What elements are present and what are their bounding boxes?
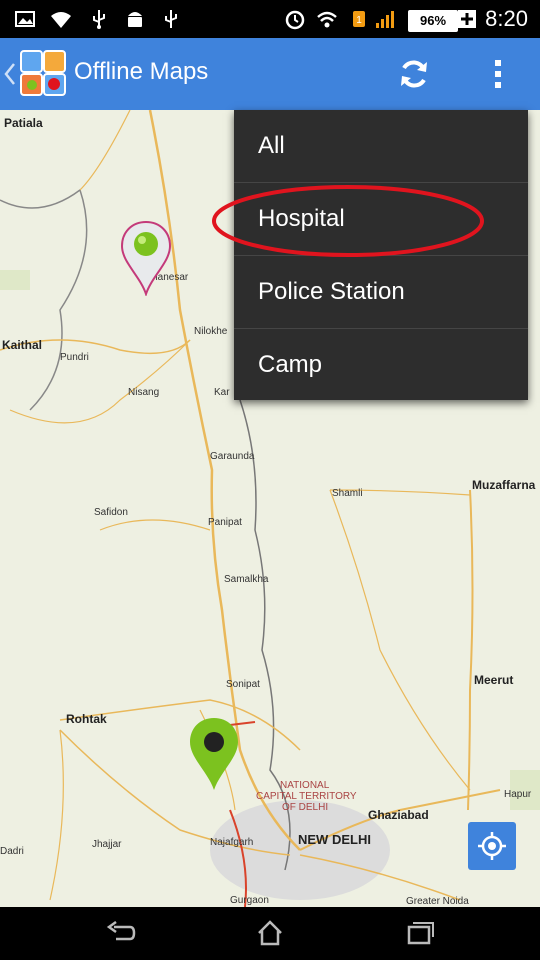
place-label: Samalkha — [224, 574, 269, 585]
place-label: Kaithal — [2, 338, 43, 352]
my-location-button[interactable] — [468, 822, 516, 870]
recent-apps-icon[interactable] — [406, 919, 434, 947]
place-label: NEW DELHI — [298, 832, 371, 847]
place-label: NATIONAL — [280, 780, 330, 791]
place-label: CAPITAL TERRITORY — [256, 791, 357, 802]
highlight-ellipse — [212, 185, 484, 257]
filter-menu: All Hospital Police Station Camp — [212, 110, 528, 401]
usb-icon-2 — [165, 10, 177, 28]
place-label: Ghaziabad — [368, 808, 429, 822]
map-pin-marker[interactable] — [120, 220, 172, 296]
place-label: Rohtak — [66, 712, 107, 726]
place-label: Dadri — [0, 846, 24, 857]
place-label: Garaunda — [210, 451, 255, 462]
place-label: Panipat — [208, 517, 242, 528]
place-label: Hapur — [504, 789, 532, 800]
place-label: Safidon — [94, 507, 128, 518]
charging-plus-icon — [458, 10, 476, 28]
place-label: OF DELHI — [282, 802, 329, 813]
menu-item-police-station[interactable]: Police Station — [234, 256, 528, 329]
back-icon[interactable] — [106, 921, 136, 945]
menu-item-camp[interactable]: Camp — [234, 329, 528, 401]
app-logo-icon[interactable] — [20, 50, 66, 96]
app-title: Offline Maps — [74, 58, 209, 85]
android-debug-icon — [128, 12, 142, 27]
overflow-menu-icon[interactable] — [488, 56, 508, 92]
status-bar: 1 96% 8:20 — [0, 0, 540, 38]
battery-indicator: 96% — [408, 10, 458, 32]
signal-icon — [376, 11, 394, 28]
place-label: Nilokhe — [194, 326, 228, 337]
alarm-icon — [285, 10, 305, 30]
menu-item-all[interactable]: All — [234, 110, 528, 183]
clock: 8:20 — [485, 6, 528, 31]
map-pin-marker[interactable] — [188, 716, 240, 792]
place-label: Greater Noida — [406, 896, 469, 907]
wifi-question-icon — [51, 12, 71, 28]
refresh-icon[interactable] — [396, 56, 432, 92]
place-label: Patiala — [4, 116, 43, 130]
system-nav-bar — [0, 907, 540, 960]
menu-item-hospital[interactable]: Hospital — [212, 183, 528, 257]
place-label: Jhajjar — [92, 839, 122, 850]
usb-icon — [93, 10, 105, 29]
back-chevron-icon[interactable] — [4, 62, 16, 86]
place-label: Muzaffarna — [472, 478, 536, 492]
wifi-icon — [317, 11, 337, 28]
place-label: Meerut — [474, 673, 514, 687]
place-label: Kar — [214, 387, 230, 398]
crosshair-icon — [478, 832, 506, 860]
place-label: Pundri — [60, 352, 89, 363]
place-label: Gurgaon — [230, 895, 269, 906]
place-label: Sonipat — [226, 679, 260, 690]
image-icon — [15, 11, 35, 27]
sim-icon: 1 — [353, 11, 365, 27]
svg-text:1: 1 — [356, 15, 362, 26]
app-bar: Offline Maps — [0, 38, 540, 110]
place-label: Najafgarh — [210, 837, 254, 848]
place-label: Nisang — [128, 387, 160, 398]
place-label: Shamli — [332, 488, 363, 499]
home-icon[interactable] — [256, 919, 284, 947]
